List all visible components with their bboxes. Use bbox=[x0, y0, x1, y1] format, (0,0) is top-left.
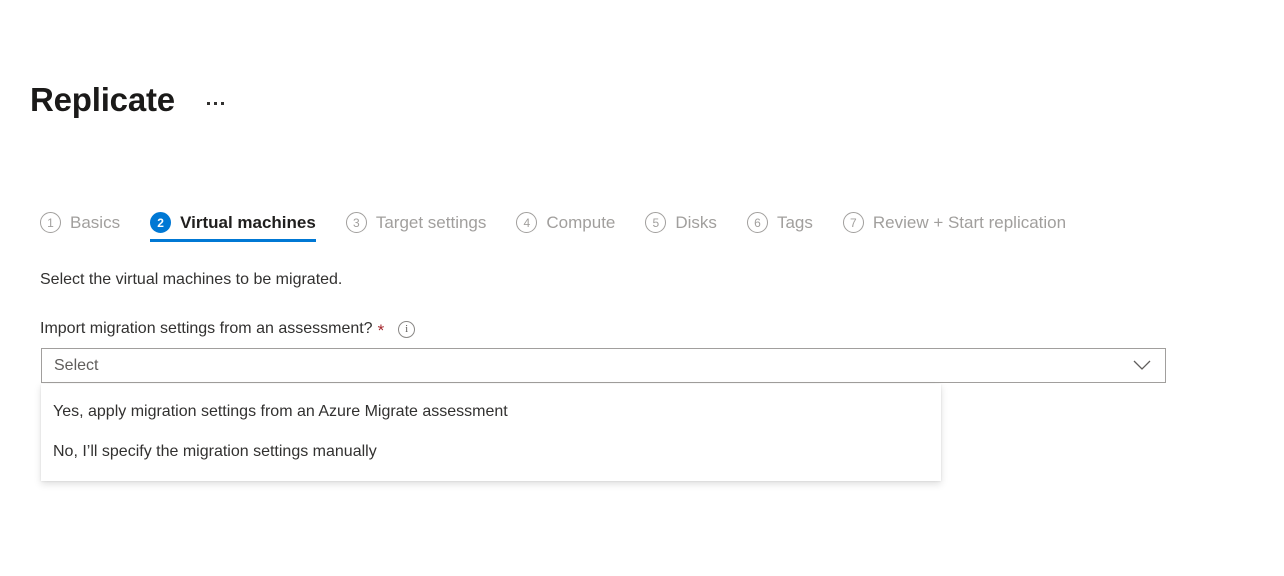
tab-label: Compute bbox=[546, 212, 615, 233]
tab-number-badge: 4 bbox=[516, 212, 537, 233]
tab-number-badge: 5 bbox=[645, 212, 666, 233]
tab-label: Virtual machines bbox=[180, 212, 316, 233]
page-title: Replicate bbox=[30, 78, 175, 122]
tab-disks[interactable]: 5 Disks bbox=[645, 203, 717, 242]
required-asterisk: * bbox=[378, 324, 385, 338]
wizard-tab-strip: 1 Basics 2 Virtual machines 3 Target set… bbox=[40, 203, 1066, 245]
tab-label: Basics bbox=[70, 212, 120, 233]
tab-compute[interactable]: 4 Compute bbox=[516, 203, 615, 242]
page-header: Replicate bbox=[30, 78, 231, 122]
tab-label: Tags bbox=[777, 212, 813, 233]
intro-text: Select the virtual machines to be migrat… bbox=[40, 269, 342, 291]
tab-number-badge: 2 bbox=[150, 212, 171, 233]
tab-label: Target settings bbox=[376, 212, 487, 233]
dropdown-option-yes[interactable]: Yes, apply migration settings from an Az… bbox=[41, 392, 941, 432]
tab-number-badge: 1 bbox=[40, 212, 61, 233]
assessment-select[interactable]: Select bbox=[41, 348, 1166, 383]
tab-virtual-machines[interactable]: 2 Virtual machines bbox=[150, 203, 316, 242]
assessment-dropdown-panel: Yes, apply migration settings from an Az… bbox=[41, 384, 941, 481]
tab-number-badge: 7 bbox=[843, 212, 864, 233]
ellipsis-dot-1 bbox=[207, 102, 210, 105]
tab-label: Review + Start replication bbox=[873, 212, 1066, 233]
more-options-button[interactable] bbox=[201, 88, 231, 118]
info-icon[interactable]: i bbox=[398, 321, 415, 338]
dropdown-option-no[interactable]: No, I’ll specify the migration settings … bbox=[41, 432, 941, 472]
field-label-row: Import migration settings from an assess… bbox=[40, 318, 415, 340]
tab-review-start-replication[interactable]: 7 Review + Start replication bbox=[843, 203, 1066, 242]
tab-label: Disks bbox=[675, 212, 717, 233]
field-label: Import migration settings from an assess… bbox=[40, 318, 373, 340]
tab-basics[interactable]: 1 Basics bbox=[40, 203, 120, 242]
ellipsis-dot-2 bbox=[214, 102, 217, 105]
ellipsis-dot-3 bbox=[221, 102, 224, 105]
chevron-down-icon[interactable] bbox=[1133, 360, 1165, 371]
tab-number-badge: 6 bbox=[747, 212, 768, 233]
tab-target-settings[interactable]: 3 Target settings bbox=[346, 203, 487, 242]
tab-number-badge: 3 bbox=[346, 212, 367, 233]
select-value-text: Select bbox=[42, 355, 98, 377]
tab-tags[interactable]: 6 Tags bbox=[747, 203, 813, 242]
